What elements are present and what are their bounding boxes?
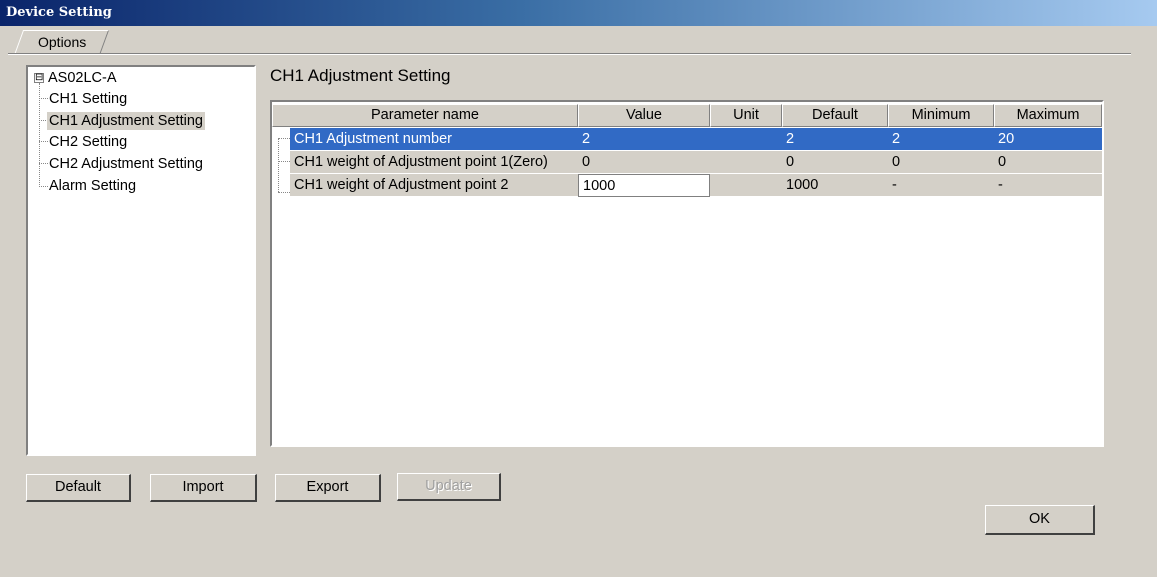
table-row[interactable]: CH1 weight of Adjustment point 1(Zero) 0…	[290, 151, 1102, 174]
tree-item-ch1-adjustment-setting[interactable]: CH1 Adjustment Setting	[47, 112, 205, 130]
column-header-maximum[interactable]: Maximum	[994, 104, 1102, 127]
cell-value[interactable]: 0	[578, 151, 710, 174]
import-button[interactable]: Import	[150, 474, 257, 502]
cell-minimum: 0	[888, 151, 994, 174]
table-row[interactable]: CH1 weight of Adjustment point 2 1000 10…	[290, 174, 1102, 197]
tree-item-alarm-setting[interactable]: Alarm Setting	[49, 177, 136, 195]
cell-value[interactable]: 2	[578, 128, 710, 151]
cell-parameter-name: CH1 Adjustment number	[290, 128, 578, 151]
tree-connector	[39, 98, 48, 99]
cell-maximum: 0	[994, 151, 1102, 174]
column-header-unit[interactable]: Unit	[710, 104, 782, 127]
default-button[interactable]: Default	[26, 474, 131, 502]
cell-minimum: 2	[888, 128, 994, 151]
tree-root-as02lc-a[interactable]: AS02LC-A	[48, 69, 117, 87]
column-header-value[interactable]: Value	[578, 104, 710, 127]
table-row[interactable]: CH1 Adjustment number 2 2 2 20	[290, 128, 1102, 151]
ok-button[interactable]: OK	[985, 505, 1095, 535]
row-connector	[278, 161, 290, 162]
page-title: CH1 Adjustment Setting	[270, 66, 451, 85]
cell-maximum: -	[994, 174, 1102, 197]
cell-default: 0	[782, 151, 888, 174]
cell-unit	[710, 128, 782, 151]
tab-options[interactable]: Options	[38, 34, 86, 50]
tab-divider	[8, 53, 1131, 55]
column-header-parameter-name[interactable]: Parameter name	[272, 104, 578, 127]
parameter-table[interactable]: Parameter name Value Unit Default Minimu…	[270, 100, 1104, 447]
row-connector	[278, 138, 279, 192]
column-header-minimum[interactable]: Minimum	[888, 104, 994, 127]
cell-parameter-name: CH1 weight of Adjustment point 1(Zero)	[290, 151, 578, 174]
tree-connector	[39, 163, 48, 164]
tree-item-ch2-setting[interactable]: CH2 Setting	[49, 133, 127, 151]
update-button[interactable]: Update	[397, 473, 501, 501]
cell-default: 2	[782, 128, 888, 151]
cell-parameter-name: CH1 weight of Adjustment point 2	[290, 174, 578, 197]
window-title: Device Setting	[6, 5, 112, 20]
column-header-default[interactable]: Default	[782, 104, 888, 127]
tree-connector	[39, 141, 48, 142]
cell-unit	[710, 151, 782, 174]
navigation-tree[interactable]: ⊟ AS02LC-A CH1 Setting CH1 Adjustment Se…	[26, 65, 256, 456]
cell-default: 1000	[782, 174, 888, 197]
export-button[interactable]: Export	[275, 474, 381, 502]
tree-item-ch2-adjustment-setting[interactable]: CH2 Adjustment Setting	[49, 155, 203, 173]
collapse-icon[interactable]: ⊟	[34, 73, 44, 83]
tree-item-ch1-setting[interactable]: CH1 Setting	[49, 90, 127, 108]
cell-maximum: 20	[994, 128, 1102, 151]
tree-connector	[39, 186, 48, 187]
cell-minimum: -	[888, 174, 994, 197]
row-connector	[278, 138, 290, 139]
cell-unit	[710, 174, 782, 197]
cell-value-input[interactable]: 1000	[578, 174, 710, 197]
row-connector	[278, 192, 290, 193]
title-bar: Device Setting	[0, 0, 1157, 26]
